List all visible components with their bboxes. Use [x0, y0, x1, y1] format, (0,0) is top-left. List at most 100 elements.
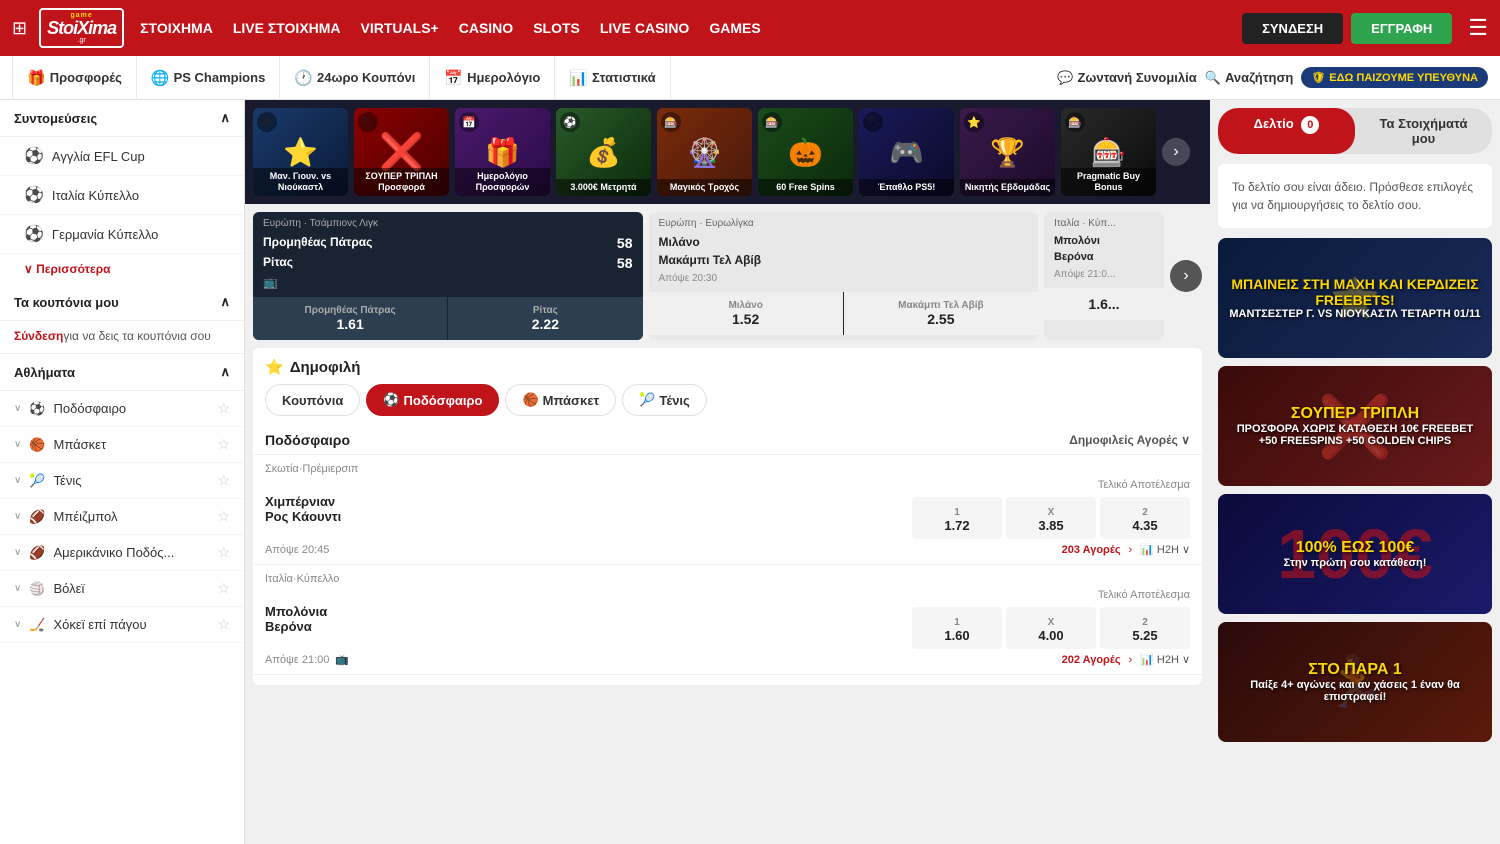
search-button[interactable]: 🔍 Αναζήτηση [1205, 70, 1294, 86]
sidebar-sport-volleyball[interactable]: ∨ 🏐 Βόλεϊ ☆ [0, 571, 244, 607]
tab-basketball[interactable]: 🏀 Μπάσκετ [505, 384, 616, 416]
coupons-header[interactable]: Τα κουπόνια μου ∧ [0, 284, 244, 321]
signin-button[interactable]: ΣΥΝΔΕΣΗ [1242, 13, 1343, 44]
promo-card-100[interactable]: 100€ 100% ΕΩΣ 100€ Στην πρώτη σου κατάθε… [1218, 494, 1492, 614]
match1-h2h[interactable]: 📊 H2H ∨ [1140, 543, 1190, 556]
tennis-tab-icon: 🎾 [639, 392, 655, 408]
match2-oddX-header: X [1048, 617, 1055, 628]
live-chat-button[interactable]: 💬 Ζωντανή Συνομιλία [1057, 70, 1197, 86]
nav-ps-champions[interactable]: 🌐 PS Champions [137, 56, 280, 100]
match-card-milano[interactable]: Ευρώπη · Ευρωλίγκα Μιλάνο Μακάμπι Τελ Αβ… [649, 212, 1039, 340]
secondary-nav-right: 💬 Ζωντανή Συνομιλία 🔍 Αναζήτηση 🛡 ΕΔΩ ΠΑ… [1057, 67, 1488, 88]
tab-tennis[interactable]: 🎾 Τένις [622, 384, 707, 416]
baseball-star[interactable]: ☆ [217, 508, 230, 525]
banner-ps5[interactable]: 🎮 🏷 Έπαθλο PS5! [859, 108, 954, 196]
sidebar-item-germany-cup[interactable]: ⚽ Γερμανία Κύπελλο [0, 215, 244, 254]
match-card-promitheas[interactable]: Ευρώπη · Τσάμπιονς Λιγκ Προμηθέας Πάτρας… [253, 212, 643, 340]
banner-wheel-label: Μαγικός Τροχός [657, 179, 752, 196]
basketball-star[interactable]: ☆ [217, 436, 230, 453]
nav-item-stoixima[interactable]: ΣΤΟΙΧΗΜΑ [140, 16, 213, 40]
american-football-star[interactable]: ☆ [217, 544, 230, 561]
banner-winner[interactable]: 🏆 ⭐ Νικητής Εβδομάδας [960, 108, 1055, 196]
banner-pragmatic[interactable]: 🎰 🎰 Pragmatic Buy Bonus [1061, 108, 1156, 196]
tab-coupons[interactable]: Κουπόνια [265, 384, 360, 416]
match2-odd1[interactable]: 1 1.60 [912, 607, 1002, 649]
sidebar-sport-basketball[interactable]: ∨ 🏀 Μπάσκετ ☆ [0, 427, 244, 463]
banner-ps-champions[interactable]: ⭐ ⚙ Μαν. Γιουν. vs Νιούκαστλ [253, 108, 348, 196]
sidebar-sport-tennis[interactable]: ∨ 🎾 Τένις ☆ [0, 463, 244, 499]
banner-calendar[interactable]: 🎁 📅 Ημερολόγιο Προσφορών [455, 108, 550, 196]
nav-item-slots[interactable]: SLOTS [533, 16, 580, 40]
nav-calendar[interactable]: 📅 Ημερολόγιο [430, 56, 555, 100]
match1-odd2[interactable]: 2 4.35 [1100, 497, 1190, 539]
match2-odd2[interactable]: 2 5.25 [1100, 607, 1190, 649]
my-bets-tab[interactable]: Τα Στοιχήματά μου [1355, 108, 1492, 154]
match2-h2h[interactable]: 📊 H2H ∨ [1140, 653, 1190, 666]
match1-more-markets[interactable]: 203 Αγορές [1062, 544, 1121, 556]
odd2-btn-0[interactable]: Ρίτας 2.22 [448, 297, 642, 340]
banner-wheel[interactable]: 🎡 🎰 Μαγικός Τροχός [657, 108, 752, 196]
nav-item-virtuals[interactable]: VIRTUALS+ [361, 16, 439, 40]
nav-item-live-casino[interactable]: LIVE CASINO [600, 16, 689, 40]
promo-card-super-triple[interactable]: ❌ ΣΟΥΠΕΡ ΤΡΙΠΛΗ ΠΡΟΣΦΟΡΑ ΧΩΡΙΣ ΚΑΤΑΘΕΣΗ … [1218, 366, 1492, 486]
sidebar-sport-american-football[interactable]: ∨ 🏈 Αμερικάνικο Ποδός... ☆ [0, 535, 244, 571]
coupons-signin-link[interactable]: Σύνδεση [14, 329, 63, 343]
banner-cash[interactable]: 💰 ⚽ 3.000€ Μετρητά [556, 108, 651, 196]
shortcuts-header[interactable]: Συντομεύσεις ∧ [0, 100, 244, 137]
nav-item-games[interactable]: GAMES [709, 16, 760, 40]
match1-odd1[interactable]: 1 1.72 [912, 497, 1002, 539]
sports-header[interactable]: Αθλήματα ∧ [0, 354, 244, 391]
match2-content: Μπολόνια Βερόνα Τελικό Αποτέλεσμα 1 1.60 [265, 589, 1190, 649]
match-odds-0: Προμηθέας Πάτρας 1.61 Ρίτας 2.22 [253, 297, 643, 340]
odd2-btn-1[interactable]: Μακάμπι Τελ Αβίβ 2.55 [844, 292, 1038, 335]
hockey-icon: 🏒 [29, 617, 45, 633]
tennis-star[interactable]: ☆ [217, 472, 230, 489]
sidebar-sport-football[interactable]: ∨ ⚽ Ποδόσφαιρο ☆ [0, 391, 244, 427]
hockey-star[interactable]: ☆ [217, 616, 230, 633]
banners-next-button[interactable]: › [1162, 138, 1190, 166]
odd1-btn-0[interactable]: Προμηθέας Πάτρας 1.61 [253, 297, 448, 340]
more-shortcuts[interactable]: ∨ Περισσότερα [0, 254, 244, 284]
promo-card-ps-champions[interactable]: ⭐ ΜΠΑΙΝΕΙΣ ΣΤΗ ΜΑΧΗ ΚΑΙ ΚΕΡΔΙΖΕΙΣ FREEBE… [1218, 238, 1492, 358]
matches-next-button[interactable]: › [1170, 260, 1202, 292]
banner-ps5-label: Έπαθλο PS5! [859, 179, 954, 196]
logo[interactable]: game StoiXima .gr [39, 8, 124, 48]
odd1-value: 1.72 [916, 518, 998, 533]
sidebar-item-italia-cup[interactable]: ⚽ Ιταλία Κύπελλο [0, 176, 244, 215]
banner-free-spins[interactable]: 🎃 🎰 60 Free Spins [758, 108, 853, 196]
responsible-gaming-button[interactable]: 🛡 ΕΔΩ ΠΑΙΖΟΥΜΕ ΥΠΕΥΘΥΝΑ [1301, 67, 1488, 88]
sidebar-sport-hockey[interactable]: ∨ 🏒 Χόκεϊ επί πάγου ☆ [0, 607, 244, 643]
promo4-sub: Παίξε 4+ αγώνες και αν χάσεις 1 έναν θα … [1226, 679, 1484, 703]
sidebar-sport-baseball[interactable]: ∨ 🏈 Μπέιζμπολ ☆ [0, 499, 244, 535]
promo3-main: 100% ΕΩΣ 100€ [1284, 539, 1427, 557]
promo-card-para1[interactable]: 🏃 ΣΤΟ ΠΑΡΑ 1 Παίξε 4+ αγώνες και αν χάσε… [1218, 622, 1492, 742]
nav-statistics[interactable]: 📊 Στατιστικά [555, 56, 670, 100]
tab-football[interactable]: ⚽ Ποδόσφαιρο [366, 384, 499, 416]
nav-24h-coupon[interactable]: 🕐 24ωρο Κουπόνι [280, 56, 430, 100]
register-button[interactable]: ΕΓΓΡΑΦΗ [1351, 13, 1452, 44]
match2-more-markets[interactable]: 202 Αγορές [1062, 654, 1121, 666]
volleyball-star[interactable]: ☆ [217, 580, 230, 597]
search-icon: 🔍 [1205, 70, 1221, 86]
match1-oddX[interactable]: X 3.85 [1006, 497, 1096, 539]
match-card-boloni[interactable]: Ιταλία · Κύπ... Μπολόνι Βερόνα Απόψε 21:… [1044, 212, 1164, 340]
nav-item-live-stoixima[interactable]: LIVE ΣΤΟΙΧΗΜΑ [233, 16, 341, 40]
tennis-icon: 🎾 [29, 473, 45, 489]
volleyball-icon: 🏐 [29, 581, 45, 597]
match2-oddX[interactable]: X 4.00 [1006, 607, 1096, 649]
odd1-btn-1[interactable]: Μιλάνο 1.52 [649, 292, 844, 335]
odd1-btn-2[interactable]: 1.6... [1044, 288, 1164, 320]
markets-dropdown[interactable]: Δημοφιλείς Αγορές ∨ [1069, 433, 1190, 447]
ps-champions-label: PS Champions [174, 70, 266, 85]
match2-odd1-header: 1 [954, 617, 960, 628]
result-label: Τελικό Αποτέλεσμα [1098, 479, 1190, 491]
football-star[interactable]: ☆ [217, 400, 230, 417]
responsible-icon: 🛡 [1311, 71, 1325, 84]
banner-super-tripli[interactable]: ❌ 🏷 ΣΟΥΠΕΡ ΤΡΙΠΛΗ Προσφορά [354, 108, 449, 196]
nav-offers[interactable]: 🎁 Προσφορές [12, 56, 137, 100]
grid-icon[interactable]: ⊞ [12, 18, 27, 39]
betslip-tab-active[interactable]: Δελτίο 0 [1218, 108, 1355, 154]
sidebar-item-efl-cup[interactable]: ⚽ Αγγλία EFL Cup [0, 137, 244, 176]
hamburger-icon[interactable]: ☰ [1468, 15, 1488, 41]
nav-item-casino[interactable]: CASINO [459, 16, 513, 40]
